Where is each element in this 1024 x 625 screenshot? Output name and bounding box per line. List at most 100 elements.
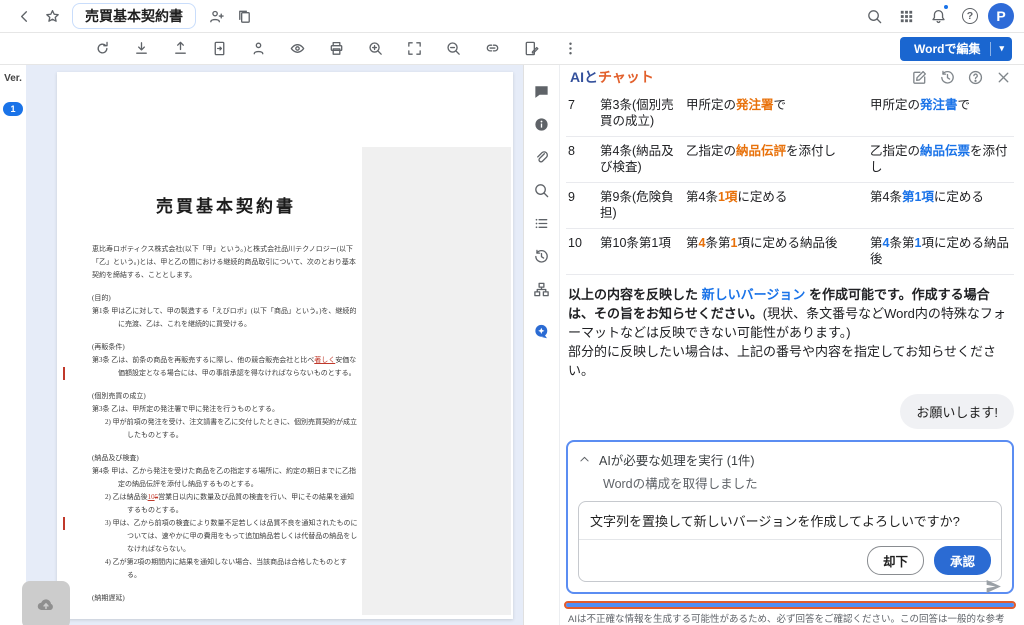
clause-text: 第1条 甲は乙に対して、甲の製造する「えびロボ」(以下「商品」という。)を、継続…: [92, 305, 360, 331]
panel-icon-strip: [524, 65, 560, 625]
document-viewer[interactable]: 売買基本契約書 恵比寿ロボティクス株式会社(以下「甲」という。)と株式会社品川テ…: [26, 65, 523, 625]
help-icon: ?: [962, 8, 978, 24]
row-new-text: 乙指定の納品伝票を添付し: [870, 143, 1012, 175]
attachments-tab[interactable]: [532, 147, 552, 167]
chat-history-button[interactable]: [939, 69, 956, 86]
message-text: 以上の内容を反映した: [568, 287, 702, 302]
more-options-button[interactable]: [556, 35, 584, 63]
row-new-text: 第4条第1項に定める: [870, 189, 1012, 221]
text-segment: 条第: [705, 236, 730, 250]
person-add-icon: [208, 8, 225, 25]
clause-text: 第4条 甲は、乙から発注を受けた商品を乙の指定する場所に、約定の期日までに乙指定…: [92, 465, 360, 491]
close-panel-button[interactable]: [995, 69, 1012, 86]
new-version-link[interactable]: 新しいバージョン: [702, 287, 806, 302]
ai-action-card: AIが必要な処理を実行 (1件) Wordの構成を取得しました 文字列を置換して…: [566, 440, 1014, 594]
back-button[interactable]: [10, 2, 38, 30]
panel-title-ai: AIと: [570, 69, 598, 85]
document-convert-icon: [211, 40, 228, 57]
comments-tab[interactable]: [532, 81, 552, 101]
zoom-out-icon: [445, 40, 462, 57]
comment-icon: [533, 83, 550, 100]
clause-item: 3) 甲は、乙から前項の検査により数量不足若しくは品質不良を通知されたものについ…: [105, 517, 360, 556]
notifications-button[interactable]: [924, 2, 952, 30]
info-tab[interactable]: [532, 114, 552, 134]
reject-button[interactable]: 却下: [867, 546, 924, 575]
compare-button[interactable]: [244, 35, 272, 63]
download-button[interactable]: [127, 35, 155, 63]
list-icon: [533, 215, 550, 232]
search-button[interactable]: [860, 2, 888, 30]
eye-icon: [289, 40, 306, 57]
document-page: 売買基本契約書 恵比寿ロボティクス株式会社(以下「甲」という。)と株式会社品川テ…: [57, 72, 513, 619]
inserted-text: 10: [148, 493, 155, 501]
ai-chat-tab[interactable]: [532, 321, 552, 341]
avatar[interactable]: P: [988, 3, 1014, 29]
chat-input[interactable]: [566, 603, 1014, 607]
user-message-bubble: お願いします!: [900, 394, 1014, 429]
text-segment: で: [774, 98, 787, 112]
approve-button[interactable]: 承認: [934, 546, 991, 575]
contract-intro: 恵比寿ロボティクス株式会社(以下「甲」という。)と株式会社品川テクノロジー(以下…: [92, 243, 360, 282]
table-row: 8 第4条(納品及び検査) 乙指定の納品伝評を添付し 乙指定の納品伝票を添付し: [566, 137, 1014, 183]
copy-document-button[interactable]: [230, 2, 258, 30]
close-icon: [995, 69, 1012, 86]
ai-chat-icon: [533, 323, 550, 340]
panel-help-button[interactable]: [967, 69, 984, 86]
document-title-field[interactable]: 売買基本契約書: [72, 3, 196, 29]
chevron-down-icon[interactable]: ▾: [991, 43, 1012, 54]
upload-tile-button[interactable]: [22, 581, 70, 625]
clause-segment: 営業日以内に数量及び品質の検査を行い、甲にその結果を通知するものとする。: [127, 493, 354, 514]
preview-button[interactable]: [283, 35, 311, 63]
refresh-icon: [94, 40, 111, 57]
fit-screen-button[interactable]: [400, 35, 428, 63]
action-card-title: AIが必要な処理を実行 (1件): [599, 450, 755, 469]
share-button[interactable]: [202, 2, 230, 30]
link-button[interactable]: [478, 35, 506, 63]
new-highlight: 発注書: [920, 98, 958, 112]
send-button[interactable]: [984, 577, 1003, 599]
help-button[interactable]: ?: [956, 2, 984, 30]
clause-heading: (納期遅延): [92, 592, 360, 605]
old-highlight: 納品伝評: [736, 144, 786, 158]
table-row: 7 第3条(個別売買の成立) 甲所定の発注署で 甲所定の発注書で: [566, 91, 1014, 137]
row-old-text: 第4条第1項に定める納品後: [686, 235, 862, 267]
text-segment: 第4条: [686, 190, 718, 204]
new-chat-button[interactable]: [911, 69, 928, 86]
star-button[interactable]: [38, 2, 66, 30]
row-number: 7: [568, 97, 592, 129]
structure-tab[interactable]: [532, 279, 552, 299]
download-icon: [133, 40, 150, 57]
clause-text: 第3条 乙は、甲所定の発注署で甲に発注を行うものとする。: [92, 403, 360, 416]
send-icon: [984, 577, 1003, 596]
text-segment: 第: [870, 236, 883, 250]
track-change-bar: [63, 517, 65, 530]
refresh-button[interactable]: [88, 35, 116, 63]
text-segment: 乙指定の: [686, 144, 736, 158]
text-segment: で: [958, 98, 971, 112]
row-number: 9: [568, 189, 592, 221]
convert-document-button[interactable]: [205, 35, 233, 63]
zoom-in-button[interactable]: [361, 35, 389, 63]
printer-icon: [328, 40, 345, 57]
search-tab[interactable]: [532, 180, 552, 200]
edit-document-button[interactable]: [517, 35, 545, 63]
clause-heading: (目的): [92, 292, 360, 305]
upload-button[interactable]: [166, 35, 194, 63]
history-tab[interactable]: [532, 246, 552, 266]
text-segment: 乙指定の: [870, 144, 920, 158]
print-button[interactable]: [322, 35, 350, 63]
inserted-text: 著しく: [314, 356, 335, 364]
star-icon: [44, 8, 61, 25]
row-new-text: 第4条第1項に定める納品後: [870, 235, 1012, 267]
version-badge[interactable]: 1: [3, 102, 22, 116]
search-icon: [866, 8, 883, 25]
row-new-text: 甲所定の発注書で: [870, 97, 1012, 129]
action-card-header[interactable]: AIが必要な処理を実行 (1件): [578, 450, 1002, 469]
document-body: 売買基本契約書 恵比寿ロボティクス株式会社(以下「甲」という。)と株式会社品川テ…: [92, 200, 360, 605]
zoom-in-icon: [367, 40, 384, 57]
apps-button[interactable]: [892, 2, 920, 30]
edit-in-word-button[interactable]: Wordで編集 ▾: [900, 37, 1012, 61]
outline-tab[interactable]: [532, 213, 552, 233]
panel-title: AIとチャット: [570, 67, 654, 87]
zoom-out-button[interactable]: [439, 35, 467, 63]
